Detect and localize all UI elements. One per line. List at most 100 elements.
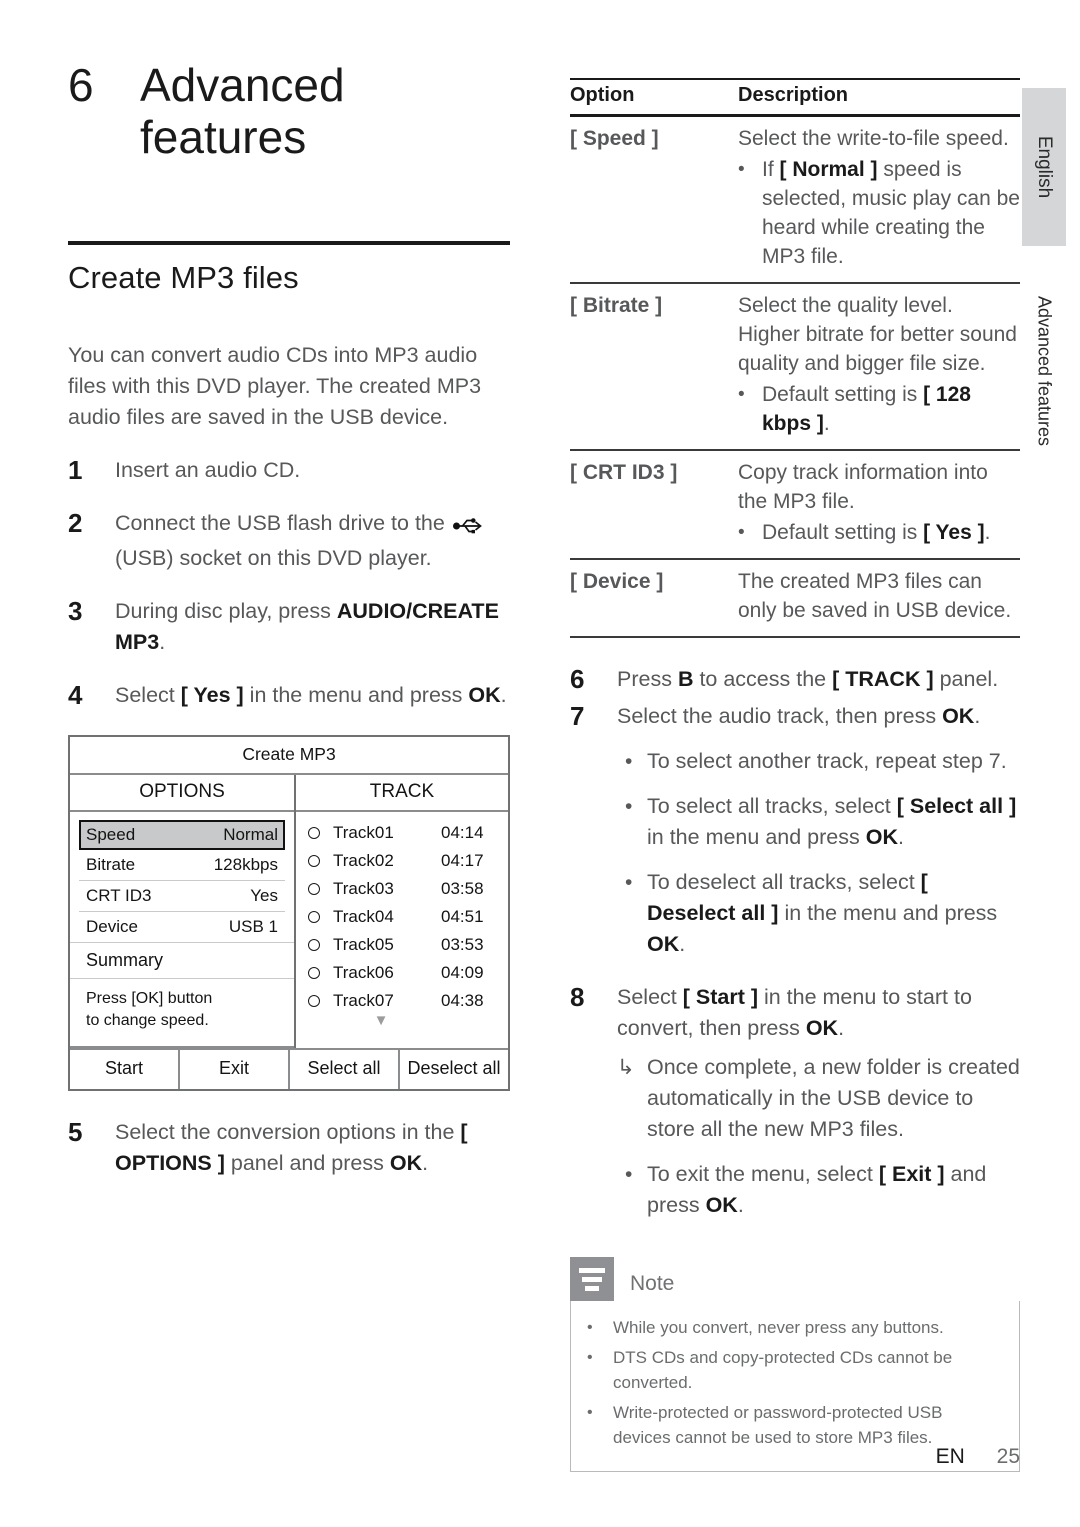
step-5-text: Select the conversion options in the [ O… xyxy=(115,1117,510,1179)
osd-track-row[interactable]: Track04 04:51 xyxy=(296,903,508,931)
track-name: Track06 xyxy=(333,963,394,983)
option-description: Copy track information into the MP3 file… xyxy=(738,450,1020,560)
table-header-row: Option Description xyxy=(570,79,1020,116)
osd-hint-line2: to change speed. xyxy=(86,1012,209,1030)
step-6-text: Press B to access the [ TRACK ] panel. xyxy=(617,664,1020,695)
osd-track-row[interactable]: Track07 04:38 xyxy=(296,987,508,1015)
step-8-result: ↳ Once complete, a new folder is created… xyxy=(617,1052,1020,1145)
step-8-text: Select [ Start ] in the menu to start to… xyxy=(617,982,1020,1044)
bullet-dot-icon: • xyxy=(738,522,745,543)
osd-start-button[interactable]: Start xyxy=(70,1050,180,1090)
arrow-return-icon: ↳ xyxy=(617,1056,635,1079)
note-label: Note xyxy=(630,1272,675,1295)
note-header: Note xyxy=(570,1257,1020,1301)
scroll-down-arrow-icon[interactable]: ▼ xyxy=(254,1013,508,1031)
manual-page: 6 Advanced features Create MP3 files You… xyxy=(0,0,1080,1527)
track-radio-icon[interactable] xyxy=(308,855,320,868)
footer-language-code: EN xyxy=(935,1445,965,1468)
osd-options-rows: Speed Normal Bitrate 128kbps CRT ID3 Yes xyxy=(70,812,294,942)
osd-option-value: 128kbps xyxy=(213,855,278,875)
bullet-bold: [ Exit ] xyxy=(878,1162,945,1186)
track-time: 03:53 xyxy=(441,935,484,955)
osd-option-key: Device xyxy=(86,917,138,937)
osd-select-all-button[interactable]: Select all xyxy=(290,1050,400,1090)
track-name: Track02 xyxy=(333,851,394,871)
note-item-text: Write-protected or password-protected US… xyxy=(613,1403,943,1447)
osd-deselect-all-button[interactable]: Deselect all xyxy=(400,1050,508,1089)
osd-track-list: Track01 04:14 Track02 04:17 Track03 03:5… xyxy=(296,812,508,1031)
note-item: • DTS CDs and copy-protected CDs cannot … xyxy=(587,1345,1003,1395)
osd-track-row[interactable]: Track01 04:14 xyxy=(296,819,508,847)
osd-mockup: Create MP3 OPTIONS Speed Normal Bitrate … xyxy=(68,735,510,1092)
step-6: 6 Press B to access the [ TRACK ] panel. xyxy=(570,664,1020,695)
chapter-title-line1: Advanced xyxy=(140,59,345,111)
bullet-pre: Default setting is xyxy=(762,383,924,406)
step-5-number: 5 xyxy=(68,1117,83,1148)
osd-title: Create MP3 xyxy=(70,737,508,776)
bullet-text: To deselect all tracks, select [ Deselec… xyxy=(647,867,1020,960)
table-row: [ Device ] The created MP3 files can onl… xyxy=(570,559,1020,638)
option-description: Select the quality level. Higher bitrate… xyxy=(738,283,1020,451)
osd-option-key: CRT ID3 xyxy=(86,886,152,906)
bullet-text: Default setting is [ 128 kbps ]. xyxy=(762,380,1020,438)
track-name: Track01 xyxy=(333,823,394,843)
step-8-pre: Select xyxy=(617,985,683,1009)
step-6-bold2: [ TRACK ] xyxy=(832,667,934,691)
note-item: • While you convert, never press any but… xyxy=(587,1315,1003,1340)
bullet-mid: in the menu and press xyxy=(647,825,866,849)
note-item-text: DTS CDs and copy-protected CDs cannot be… xyxy=(613,1348,953,1392)
bullet-dot-icon: • xyxy=(625,1163,633,1186)
osd-exit-button[interactable]: Exit xyxy=(180,1050,290,1090)
step-7-text: Select the audio track, then press OK. xyxy=(617,701,1020,732)
bullet-text: Default setting is [ Yes ]. xyxy=(762,518,1020,547)
step-5: 5 Select the conversion options in the [… xyxy=(68,1117,510,1179)
step-8-result-text: Once complete, a new folder is created a… xyxy=(647,1055,1020,1141)
bullet-dot-icon: • xyxy=(738,384,745,405)
track-radio-icon[interactable] xyxy=(308,883,320,896)
osd-option-row-crtid3[interactable]: CRT ID3 Yes xyxy=(79,881,285,913)
bullet-text: If [ Normal ] speed is selected, music p… xyxy=(762,155,1020,271)
step-5-text-after: . xyxy=(422,1151,429,1176)
track-radio-icon[interactable] xyxy=(308,995,320,1008)
step-8-bold2: OK xyxy=(805,1016,839,1040)
osd-option-row-speed[interactable]: Speed Normal xyxy=(79,820,285,851)
track-time: 04:51 xyxy=(441,907,484,927)
osd-hint: Press [OK] button to change speed. xyxy=(70,979,294,1049)
option-description-text: Copy track information into the MP3 file… xyxy=(738,461,988,513)
track-radio-icon[interactable] xyxy=(308,967,320,980)
bullet-pre: To deselect all tracks, select xyxy=(647,870,921,894)
track-radio-icon[interactable] xyxy=(308,939,320,952)
step-6-pre: Press xyxy=(617,667,678,691)
step-4-text-mid: in the menu and press xyxy=(243,683,469,708)
osd-summary-label: Summary xyxy=(70,942,294,980)
chapter-heading: 6 Advanced features xyxy=(68,59,510,163)
osd-option-row-bitrate[interactable]: Bitrate 128kbps xyxy=(79,850,285,882)
osd-track-row[interactable]: Track05 03:53 xyxy=(296,931,508,959)
bullet-pre: Default setting is xyxy=(762,521,924,544)
bullet-post: . xyxy=(897,825,904,849)
option-description-table: Option Description [ Speed ] Select the … xyxy=(570,78,1020,638)
bullet-dot-icon: • xyxy=(587,1319,593,1336)
step-7-bullet-3: • To deselect all tracks, select [ Desel… xyxy=(617,867,1020,960)
option-bullet: • Default setting is [ Yes ]. xyxy=(738,518,1020,547)
bullet-dot-icon: • xyxy=(625,795,633,818)
step-4-number: 4 xyxy=(68,680,83,711)
track-radio-icon[interactable] xyxy=(308,827,320,840)
track-name: Track05 xyxy=(333,935,394,955)
bullet-dot-icon: • xyxy=(625,871,633,894)
step-3-text-after: . xyxy=(159,630,166,655)
osd-option-value: Normal xyxy=(223,825,278,845)
step-2-text-before: Connect the USB flash drive to the xyxy=(115,511,451,536)
note-box: Note • While you convert, never press an… xyxy=(570,1257,1020,1472)
bullet-post: . xyxy=(823,412,830,435)
option-description-text: Select the write-to-file speed. xyxy=(738,127,1009,150)
track-radio-icon[interactable] xyxy=(308,911,320,924)
osd-track-row[interactable]: Track06 04:09 xyxy=(296,959,508,987)
osd-option-row-device[interactable]: Device USB 1 xyxy=(79,912,285,942)
side-tab-section-label: Advanced features xyxy=(1034,295,1055,447)
osd-track-row[interactable]: Track03 03:58 xyxy=(296,875,508,903)
osd-options-panel: OPTIONS Speed Normal Bitrate 128kbps CRT… xyxy=(70,775,296,1049)
bullet-dot-icon: • xyxy=(587,1404,593,1421)
table-row: [ CRT ID3 ] Copy track information into … xyxy=(570,450,1020,560)
osd-track-row[interactable]: Track02 04:17 xyxy=(296,847,508,875)
